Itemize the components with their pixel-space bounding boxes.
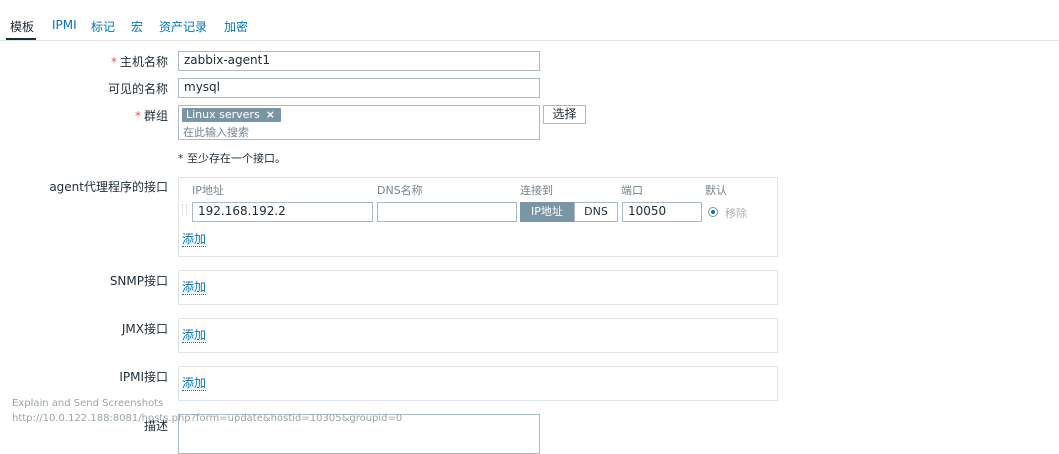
agent-interface-label: agent代理程序的接口 <box>49 180 168 194</box>
groups-search-placeholder[interactable]: 在此输入搜索 <box>183 124 249 140</box>
agent-dns-input[interactable] <box>377 202 517 222</box>
tab-macros[interactable]: 宏 <box>131 18 143 35</box>
tab-ipmi[interactable]: IPMI <box>52 18 77 32</box>
tab-inventory[interactable]: 资产记录 <box>159 18 207 35</box>
tab-tags[interactable]: 标记 <box>91 18 115 35</box>
interface-required-note: * 至少存在一个接口。 <box>178 152 286 165</box>
select-groups-button[interactable]: 选择 <box>543 105 586 124</box>
active-tab-indicator <box>6 38 36 40</box>
hostname-label: * 主机名称 <box>110 55 168 69</box>
visible-name-label: 可见的名称 <box>107 82 168 96</box>
top-cutoff-strip <box>0 0 1059 6</box>
ipmi-interface-label: IPMI接口 <box>119 370 168 384</box>
add-agent-interface-link[interactable]: 添加 <box>182 232 207 247</box>
agent-interface-box: IP地址 DNS名称 连接到 端口 默认 192.168.192.2 IP地址 … <box>178 177 778 257</box>
chip-remove-icon[interactable]: × <box>266 108 275 121</box>
jmx-interface-label: JMX接口 <box>121 322 168 336</box>
agent-port-input[interactable]: 10050 <box>622 202 702 222</box>
col-ip: IP地址 <box>192 184 224 197</box>
remove-interface-link[interactable]: 移除 <box>725 205 747 221</box>
add-ipmi-interface-link[interactable]: 添加 <box>182 376 207 391</box>
groups-multiselect[interactable]: Linux servers × 在此输入搜索 <box>178 105 540 140</box>
add-jmx-interface-link[interactable]: 添加 <box>182 328 207 343</box>
connect-ip-toggle[interactable]: IP地址 <box>520 202 574 222</box>
ipmi-interface-box: 添加 <box>178 366 778 401</box>
default-radio[interactable] <box>708 207 718 217</box>
jmx-interface-box: 添加 <box>178 318 778 353</box>
agent-ip-input[interactable]: 192.168.192.2 <box>192 202 373 222</box>
tab-encryption[interactable]: 加密 <box>224 18 248 35</box>
visible-name-input[interactable]: mysql <box>178 78 540 98</box>
add-snmp-interface-link[interactable]: 添加 <box>182 280 207 295</box>
tab-bar: 模板 IPMI 标记 宏 资产记录 加密 <box>0 14 1059 41</box>
connect-dns-toggle[interactable]: DNS <box>574 202 618 222</box>
groups-label: * 群组 <box>134 109 168 123</box>
drag-handle-icon[interactable] <box>182 204 187 216</box>
hostname-input[interactable]: zabbix-agent1 <box>178 51 540 71</box>
col-dns: DNS名称 <box>377 184 423 197</box>
group-chip: Linux servers × <box>182 108 281 122</box>
col-port: 端口 <box>621 184 643 197</box>
status-hint: Explain and Send Screenshots <box>12 398 164 409</box>
tab-templates[interactable]: 模板 <box>10 18 34 35</box>
snmp-interface-label: SNMP接口 <box>109 274 168 288</box>
status-url: http://10.0.122.188:8081/hosts.php?form=… <box>12 413 403 424</box>
snmp-interface-box: 添加 <box>178 270 778 305</box>
col-connect: 连接到 <box>520 184 553 197</box>
col-default: 默认 <box>705 184 727 197</box>
